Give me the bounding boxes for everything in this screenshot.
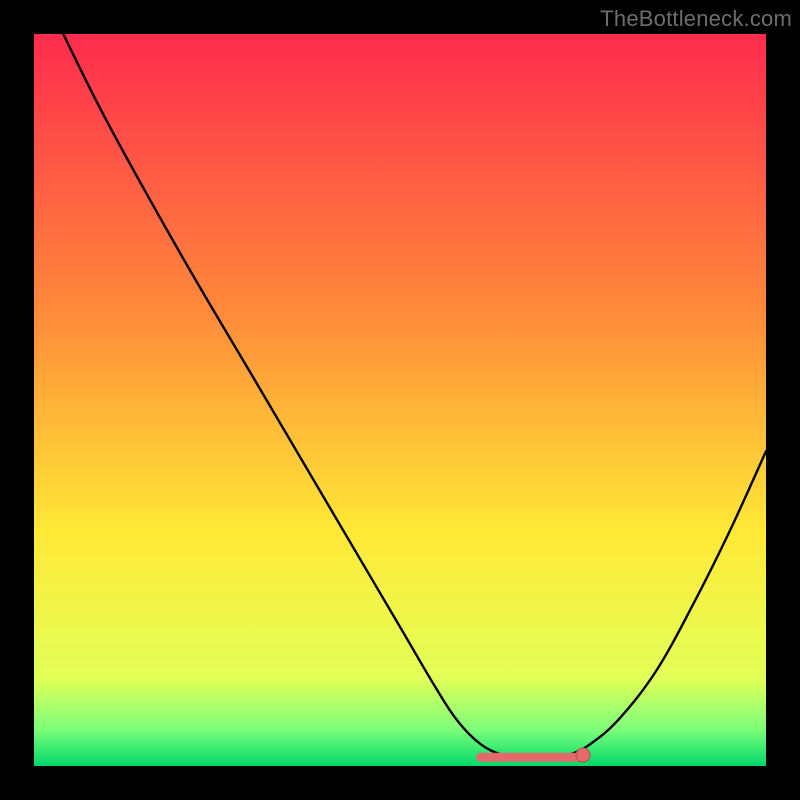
end-marker	[576, 748, 590, 762]
plot-background	[34, 34, 766, 766]
bottleneck-plot	[34, 34, 766, 766]
watermark-text: TheBottleneck.com	[600, 6, 792, 32]
chart-frame: TheBottleneck.com	[0, 0, 800, 800]
